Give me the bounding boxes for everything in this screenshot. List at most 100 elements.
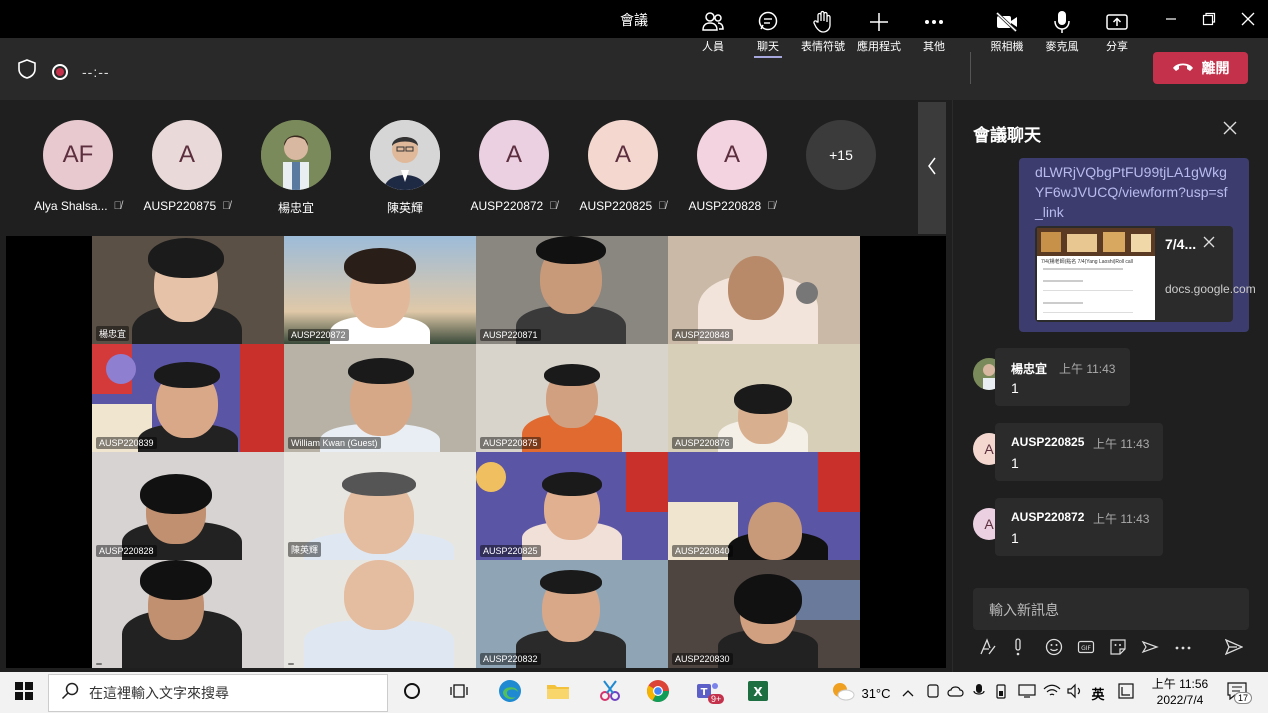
tray-volume[interactable] [1064,678,1086,708]
send-icon[interactable] [1224,638,1244,660]
participant-tag: 楊忠宜 [96,326,130,341]
restore-button[interactable] [1190,0,1228,38]
ime-options-icon [1117,682,1135,705]
reactions-button[interactable]: 表情符號 [795,8,851,56]
participant-card[interactable]: 楊忠宜 [244,120,348,216]
meeting-chat-panel: 會議聊天 dLWRjVQbgPtFU99tjLA1gWkgYF6wJVUCQ/v… [952,100,1268,672]
tray-onedrive[interactable] [946,678,966,708]
compose-box[interactable]: 輸入新訊息 [973,588,1249,630]
message-link[interactable]: dLWRjVQbgPtFU99tjLA1gWkgYF6wJVUCQ/viewfo… [1035,162,1235,222]
compose-toolbar: GIF [979,638,1249,660]
video-tile[interactable] [92,560,284,668]
notification-center-button[interactable]: 17 [1222,678,1253,708]
leave-button[interactable]: 離開 [1153,52,1248,84]
snip-tool-button[interactable] [594,678,626,708]
video-tile[interactable]: AUSP220872 [284,236,476,344]
video-tile[interactable]: AUSP220871 [476,236,668,344]
video-tile[interactable]: 楊忠宜 [92,236,284,344]
close-chat-button[interactable] [1223,118,1237,141]
tray-ime-options[interactable] [1114,678,1138,708]
share-button[interactable]: 分享 [1089,8,1145,56]
video-tile[interactable]: AUSP220828 [92,452,284,560]
remove-preview-button[interactable] [1203,232,1215,253]
video-tile[interactable]: AUSP220840 [668,452,860,560]
participant-strip: AF Alya Shalsa... 🎙̸ A AUSP220875 🎙̸ 楊忠宜 陳… [0,100,918,232]
more-button[interactable]: 其他 [906,8,962,56]
people-button[interactable]: 人員 [685,8,741,56]
close-icon [1223,118,1237,140]
task-view-icon [450,682,470,705]
important-icon[interactable] [1013,638,1023,660]
show-hidden-icons[interactable] [900,678,916,708]
taskbar-clock[interactable]: 上午 11:56 2022/7/4 [1150,676,1210,708]
video-tile[interactable]: William Kwan (Guest) [284,344,476,452]
sender-name: AUSP220825 [1011,435,1085,449]
task-view-button[interactable] [446,678,474,708]
video-tile[interactable] [284,560,476,668]
video-tile[interactable]: AUSP220839 [92,344,284,452]
participant-tag: AUSP220871 [480,329,541,341]
message-bubble: AUSP220825 上午 11:43 1 [995,423,1163,481]
sender-name: AUSP220872 [1011,510,1085,524]
participant-name: Alya Shalsa... [34,199,108,213]
participant-card[interactable]: A AUSP220825 🎙̸ [571,120,675,213]
close-window-button[interactable] [1229,0,1267,38]
participant-card[interactable]: AF Alya Shalsa... 🎙̸ [26,120,130,213]
video-tile[interactable]: AUSP220825 [476,452,668,560]
file-explorer-button[interactable] [542,678,574,708]
weather-widget[interactable]: 31°C [822,678,900,708]
chat-button[interactable]: 聊天 [740,8,796,58]
tray-device[interactable] [924,678,942,708]
mic-button[interactable]: 麥克風 [1034,8,1090,56]
tray-display[interactable] [1016,678,1038,708]
minimize-button[interactable] [1152,0,1190,38]
more-dots-icon [924,8,944,36]
more-options-icon[interactable] [1175,638,1191,660]
tray-wifi[interactable] [1042,678,1062,708]
teams-taskbar-button[interactable]: T 9+ [690,678,726,708]
format-icon[interactable] [979,638,997,660]
collapse-strip-button[interactable] [918,102,946,234]
video-tile[interactable]: AUSP220832 [476,560,668,668]
close-icon [1203,232,1215,252]
loop-icon[interactable] [1141,638,1159,660]
avatar: A [588,120,658,190]
message-text: 1 [1011,455,1019,471]
apps-button[interactable]: 應用程式 [851,8,907,56]
chevron-up-icon [902,684,914,702]
video-tile[interactable]: AUSP220876 [668,344,860,452]
video-tile[interactable]: AUSP220875 [476,344,668,452]
sticker-icon[interactable] [1109,638,1127,660]
input-method-button[interactable]: 英 [1088,678,1108,708]
start-button[interactable] [10,678,38,708]
participant-tag: William Kwan (Guest) [288,437,381,449]
emoji-icon[interactable] [1045,638,1063,660]
people-label: 人員 [702,41,724,53]
video-tile[interactable]: AUSP220848 [668,236,860,344]
cortana-button[interactable] [398,678,426,708]
participant-name: AUSP220828 [688,199,762,213]
message-bubble: AUSP220872 上午 11:43 1 [995,498,1163,556]
more-participants-button[interactable]: +15 [806,120,876,190]
excel-taskbar-button[interactable]: X [742,678,774,708]
edge-taskbar-button[interactable] [494,678,526,708]
participant-card[interactable]: 陳英輝 [353,120,457,216]
chrome-taskbar-button[interactable] [642,678,674,708]
shield-icon[interactable] [16,58,38,85]
tray-battery[interactable] [992,678,1010,708]
participant-tag: AUSP220875 [480,437,541,449]
tray-mic[interactable] [970,678,988,708]
video-tile[interactable]: AUSP220830 [668,560,860,668]
mic-off-icon: 🎙̸ [658,200,667,212]
video-tile[interactable]: 陳英輝 [284,452,476,560]
raise-hand-icon [812,8,834,36]
participant-card[interactable]: A AUSP220875 🎙̸ [135,120,239,213]
taskbar-search[interactable]: 在這裡輸入文字來搜尋 [48,674,388,712]
participant-card[interactable]: A AUSP220828 🎙̸ [680,120,784,213]
participant-card[interactable]: A AUSP220872 🎙̸ [462,120,566,213]
camera-button[interactable]: 照相機 [979,8,1035,56]
avatar-photo [261,120,331,190]
leave-label: 離開 [1201,60,1230,76]
link-preview-card[interactable]: 7/4(楊老師)點名 7/4(Yang Laoshi)Roll call 7/4… [1035,226,1256,322]
gif-icon[interactable]: GIF [1077,638,1095,660]
